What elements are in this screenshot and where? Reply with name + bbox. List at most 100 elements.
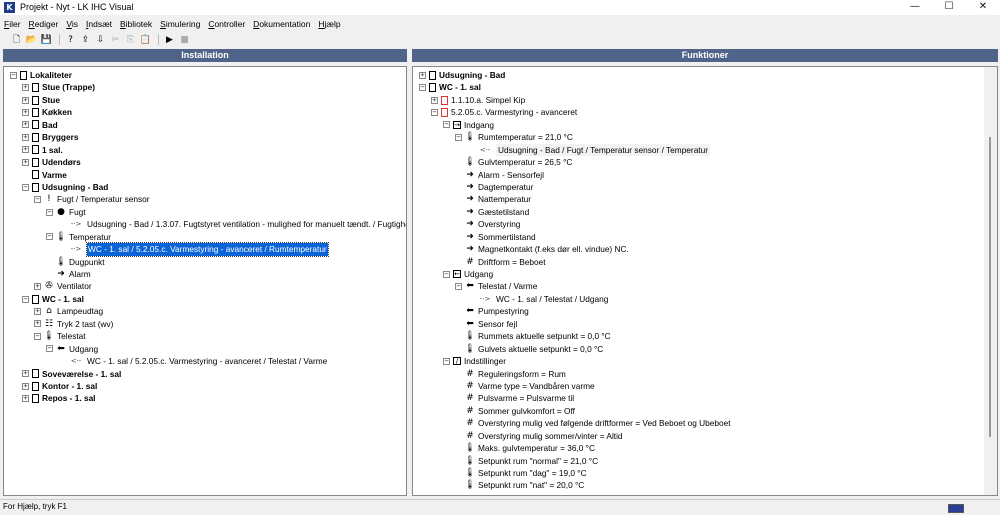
tree-item[interactable]: 🌡 Dugpunkt (4, 256, 406, 268)
minimize-button[interactable]: — (898, 0, 932, 15)
tree-item[interactable]: # Sommer gulvkomfort = Off (413, 405, 731, 417)
collapse-toggle-icon[interactable]: − (443, 270, 450, 278)
tree-item[interactable]: ➜ Nattemperatur (413, 193, 731, 205)
collapse-toggle-icon[interactable]: − (46, 208, 53, 216)
menu-item-hjælp[interactable]: Hjælp (318, 17, 340, 31)
tree-item[interactable]: + Bad (4, 119, 406, 131)
expand-toggle-icon[interactable]: + (34, 283, 41, 291)
collapse-toggle-icon[interactable]: − (455, 283, 462, 291)
tree-item[interactable]: + Bryggers (4, 131, 406, 143)
upload-icon[interactable]: ⇪ (79, 34, 92, 46)
close-button[interactable]: ✕ (966, 0, 1000, 15)
tree-item[interactable]: # Pulsvarme = Pulsvarme til (413, 392, 731, 404)
menu-item-rediger[interactable]: Rediger (29, 17, 59, 31)
collapse-toggle-icon[interactable]: − (443, 121, 450, 129)
tree-item[interactable]: + ✇ Ventilator (4, 280, 406, 292)
tree-item[interactable]: +1.1.10.a. Simpel Kip (413, 94, 731, 106)
open-icon[interactable]: 📂 (25, 34, 38, 46)
tree-item[interactable]: − / Indstillinger (413, 355, 731, 367)
tree-item[interactable]: − 🌡 Temperatur (4, 231, 406, 243)
tree-item[interactable]: ➜ Magnetkontakt (f.eks dør ell. vindue) N… (413, 243, 731, 255)
expand-toggle-icon[interactable]: + (22, 121, 29, 129)
collapse-toggle-icon[interactable]: − (22, 183, 29, 191)
menu-item-controller[interactable]: Controller (208, 17, 245, 31)
tree-item[interactable]: # Overstyring mulig sommer/vinter = Altid (413, 430, 731, 442)
tree-item[interactable]: # Overstyring mulig ved følgende driftfor… (413, 417, 730, 429)
expand-toggle-icon[interactable]: + (22, 96, 29, 104)
tree-item[interactable]: <·- Udsugning - Bad / Fugt / Temperatur s… (413, 143, 731, 157)
tree-item[interactable]: + Soveværelse - 1. sal (4, 368, 406, 380)
tree-item[interactable]: <·- WC - 1. sal / 5.2.05.c. Varmestyring … (4, 355, 406, 367)
play-icon[interactable]: ▶ (163, 34, 176, 46)
expand-toggle-icon[interactable]: + (419, 71, 426, 79)
collapse-toggle-icon[interactable]: − (455, 133, 462, 141)
stop-icon[interactable]: ■ (178, 34, 191, 46)
tree-item[interactable]: 🌡 Setpunkt rum "dag" = 19,0 °C (413, 467, 731, 479)
tree-item[interactable]: − WC - 1. sal (4, 293, 406, 305)
tree-item[interactable]: − ⬅ Udgang (4, 343, 406, 355)
expand-toggle-icon[interactable]: + (22, 109, 29, 117)
expand-toggle-icon[interactable]: + (22, 370, 29, 378)
collapse-toggle-icon[interactable]: − (443, 357, 450, 365)
collapse-toggle-icon[interactable]: − (22, 295, 29, 303)
tree-item[interactable]: 🌡 Rummets aktuelle setpunkt = 0,0 °C (413, 330, 731, 342)
vertical-scrollbar[interactable] (984, 67, 997, 495)
tree-item[interactable]: 🌡 Maks. gulvtemperatur = 36,0 °C (413, 442, 731, 454)
tree-item[interactable]: 🌡 Gulvets aktuelle setpunkt = 0,0 °C (413, 343, 731, 355)
help-icon[interactable]: ? (64, 34, 77, 46)
tree-item[interactable]: 🌡 Setpunkt rum "nat" = 20,0 °C (413, 479, 731, 491)
tree-item[interactable]: ➜ Overstyring (413, 218, 731, 230)
menu-item-bibliotek[interactable]: Bibliotek (120, 17, 152, 31)
tree-item[interactable]: − Udsugning - Bad (4, 181, 406, 193)
expand-toggle-icon[interactable]: + (22, 84, 29, 92)
tree-item[interactable]: ➜ Dagtemperatur (413, 181, 731, 193)
tree-item[interactable]: ⬅ Sensor fejl (413, 318, 731, 330)
expand-toggle-icon[interactable]: + (22, 158, 29, 166)
tree-item[interactable]: − ● Fugt (4, 206, 406, 218)
tree-item[interactable]: − WC - 1. sal (413, 81, 731, 93)
tree-item[interactable]: +1 sal. (4, 144, 406, 156)
tree-item[interactable]: − ← Udgang (413, 268, 731, 280)
tree-item[interactable]: ➜ Sommertilstand (413, 231, 731, 243)
tree-item[interactable]: − 5.2.05.c. Varmestyring - avanceret (413, 106, 731, 118)
tree-item[interactable]: + ☷ Tryk 2 tast (wv) (4, 318, 406, 330)
expand-toggle-icon[interactable]: + (431, 96, 438, 104)
menu-item-simulering[interactable]: Simulering (160, 17, 200, 31)
tree-item[interactable]: ➜ Gæstetilstand (413, 206, 731, 218)
collapse-toggle-icon[interactable]: − (34, 332, 41, 340)
copy-icon[interactable]: ⎘ (124, 34, 137, 46)
tree-item[interactable]: 🌡 Setpunkt rum "normal" = 21,0 °C (413, 455, 731, 467)
tree-item[interactable]: -·> WC - 1. sal / 5.2.05.c. Varmestyring … (4, 242, 406, 257)
tree-item[interactable]: ➜ Alarm (4, 268, 406, 280)
collapse-toggle-icon[interactable]: − (46, 345, 53, 353)
tree-item[interactable]: + Kontor - 1. sal (4, 380, 406, 392)
scrollbar-thumb[interactable] (989, 137, 991, 437)
menu-item-indsæt[interactable]: Indsæt (86, 17, 112, 31)
tree-item[interactable]: − Lokaliteter (4, 69, 406, 81)
expand-toggle-icon[interactable]: + (22, 146, 29, 154)
tree-item[interactable]: + Udsugning - Bad (413, 69, 731, 81)
tree-item[interactable]: ⬅ Pumpestyring (413, 305, 731, 317)
download-icon[interactable]: ⇩ (94, 34, 107, 46)
expand-toggle-icon[interactable]: + (22, 395, 29, 403)
tree-item[interactable]: # Reguleringsform = Rum (413, 368, 731, 380)
tree-item[interactable]: + Repos - 1. sal (4, 392, 406, 404)
tree-item[interactable]: − ⵑ Fugt / Temperatur sensor (4, 193, 406, 205)
tree-item[interactable]: # Driftform = Beboet (413, 256, 731, 268)
tree-item[interactable]: + Stue (Trappe) (4, 81, 406, 93)
collapse-toggle-icon[interactable]: − (431, 109, 438, 117)
expand-toggle-icon[interactable]: + (34, 308, 41, 316)
tree-item[interactable]: -·> Udsugning - Bad / 1.3.07. Fugtstyret … (4, 218, 406, 230)
tree-item[interactable]: # Varme type = Vandbåren varme (413, 380, 731, 392)
menu-item-filer[interactable]: Filer (4, 17, 21, 31)
paste-icon[interactable]: 📋 (139, 34, 152, 46)
menu-item-dokumentation[interactable]: Dokumentation (253, 17, 310, 31)
expand-toggle-icon[interactable]: + (34, 320, 41, 328)
tree-item[interactable]: 🌡 Gulvtemperatur = 26,5 °C (413, 156, 731, 168)
tree-item[interactable]: -·> WC - 1. sal / Telestat / Udgang (413, 293, 731, 305)
tree-item[interactable]: − → Indgang (413, 119, 731, 131)
cut-icon[interactable]: ✂ (109, 34, 122, 46)
new-icon[interactable]: 🗋 (10, 34, 23, 46)
menu-item-vis[interactable]: Vis (66, 17, 78, 31)
expand-toggle-icon[interactable]: + (22, 382, 29, 390)
